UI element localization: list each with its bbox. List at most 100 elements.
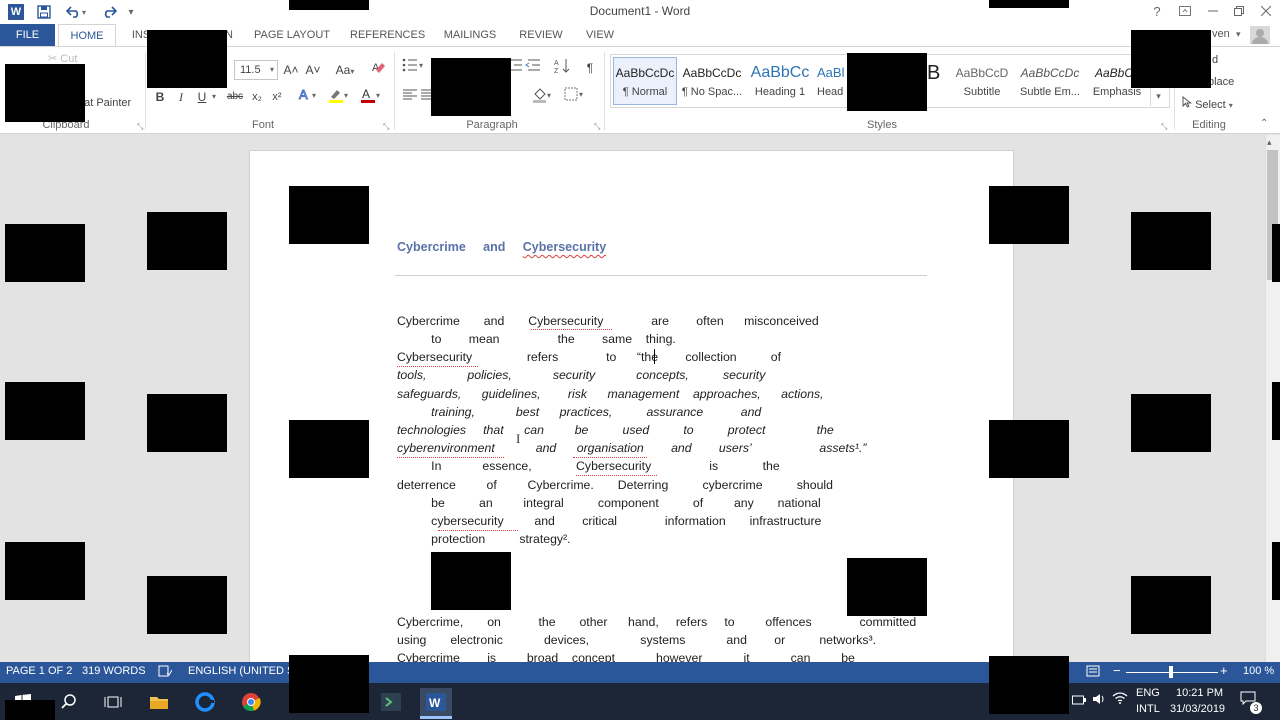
restore-icon[interactable]: [1225, 2, 1253, 22]
zoom-slider-thumb[interactable]: [1169, 666, 1173, 678]
style-subtitle[interactable]: AaBbCcD Subtitle: [950, 57, 1014, 105]
shrink-font-button[interactable]: A˅: [304, 60, 322, 80]
body-line[interactable]: be an integral component of any national: [397, 494, 821, 512]
chevron-down-icon[interactable]: ▾: [212, 92, 216, 101]
change-case-button[interactable]: Aa▾: [330, 60, 360, 80]
text-effects-icon[interactable]: A ▾: [296, 87, 322, 107]
style-no-spacing[interactable]: AaBbCcDc ¶ No Spac...: [680, 57, 744, 105]
edge-browser-icon[interactable]: [190, 688, 220, 716]
zoom-out-button[interactable]: −: [1113, 663, 1121, 678]
style-heading-2[interactable]: AaBl Head: [816, 57, 848, 105]
input-language-primary[interactable]: ENG: [1136, 687, 1160, 699]
bullets-icon[interactable]: ▾: [400, 58, 428, 78]
search-icon[interactable]: [54, 688, 84, 716]
help-button[interactable]: ?: [1143, 2, 1171, 22]
style-heading-1[interactable]: AaBbCc Heading 1: [748, 57, 812, 105]
dialog-launcher-icon[interactable]: ⤡: [1161, 122, 1167, 132]
body-line[interactable]: In essence, Cybersecurity is the: [397, 457, 780, 475]
window-title: Document1 - Word: [589, 4, 691, 18]
style-title[interactable]: B: [926, 57, 942, 105]
close-icon[interactable]: [1252, 2, 1280, 22]
format-painter-button[interactable]: nat Painter: [78, 97, 131, 109]
avatar[interactable]: [1250, 26, 1270, 44]
replace-button[interactable]: place: [1208, 76, 1234, 88]
web-layout-icon[interactable]: [1086, 665, 1100, 680]
cursor-arrow-icon: [1182, 95, 1192, 108]
highlight-color-icon[interactable]: ▾: [326, 87, 354, 107]
chevron-down-icon[interactable]: ▾: [270, 61, 274, 79]
file-explorer-icon[interactable]: [144, 688, 174, 716]
body-line[interactable]: cyberenvironment and organisation and us…: [397, 439, 867, 457]
document-heading[interactable]: Cybercrime and Cybersecurity: [397, 240, 606, 254]
input-language-secondary[interactable]: INTL: [1136, 703, 1160, 715]
body-line[interactable]: deterrence of Cybercrime. Deterring cybe…: [397, 476, 833, 494]
tab-home[interactable]: HOME: [58, 24, 116, 46]
style-normal[interactable]: AaBbCcDc ¶ Normal: [613, 57, 677, 105]
strikethrough-button[interactable]: abc: [224, 87, 246, 107]
chrome-browser-icon[interactable]: [236, 688, 266, 716]
battery-icon[interactable]: [1072, 694, 1086, 708]
body-line[interactable]: using electronic devices, systems and or…: [397, 631, 876, 649]
borders-icon[interactable]: ▾: [562, 87, 588, 107]
tab-review[interactable]: REVIEW: [516, 24, 566, 46]
body-line[interactable]: cybersecurity and critical information i…: [397, 512, 821, 530]
shading-icon[interactable]: ▾: [530, 87, 556, 107]
tab-file[interactable]: FILE: [0, 24, 55, 46]
volume-icon[interactable]: [1092, 693, 1106, 708]
italic-button[interactable]: I: [173, 87, 189, 107]
body-line[interactable]: technologies that can be used to protect…: [397, 421, 834, 439]
ribbon-display-options-icon[interactable]: [1171, 2, 1199, 22]
zoom-in-button[interactable]: +: [1220, 663, 1228, 678]
style-name: Subtitle: [963, 86, 1001, 98]
chevron-down-icon[interactable]: ▾: [1236, 29, 1241, 40]
clock-time[interactable]: 10:21 PM: [1176, 687, 1223, 699]
body-line[interactable]: Cybersecurity refers to “the collection …: [397, 348, 781, 366]
align-left-icon[interactable]: [400, 87, 420, 107]
tab-mailings[interactable]: MAILINGS: [438, 24, 502, 46]
underline-button[interactable]: U: [194, 87, 210, 107]
scroll-up-icon[interactable]: ▴: [1267, 137, 1272, 148]
show-formatting-button[interactable]: ¶: [580, 58, 600, 78]
body-line[interactable]: safeguards, guidelines, risk management …: [397, 385, 824, 403]
collapse-ribbon-icon[interactable]: ⌃: [1260, 118, 1268, 129]
body-line[interactable]: Cybercrime is broad concept however it c…: [397, 649, 855, 662]
heading-word: Cybercrime: [397, 240, 466, 254]
word-count-status[interactable]: 319 WORDS: [82, 665, 146, 677]
body-line[interactable]: tools, policies, security concepts, secu…: [397, 366, 765, 384]
wifi-icon[interactable]: [1112, 692, 1128, 707]
body-line[interactable]: Cybercrime, on the other hand, refers to…: [397, 613, 916, 631]
indent-icon[interactable]: [509, 58, 545, 78]
redaction-block: [989, 656, 1069, 714]
tab-references[interactable]: REFERENCES: [350, 24, 425, 46]
select-button[interactable]: Select ▾: [1182, 95, 1233, 111]
font-size-combobox[interactable]: 11.5 ▾: [234, 60, 278, 80]
grow-font-button[interactable]: A˄: [282, 60, 300, 80]
sort-icon[interactable]: AZ: [552, 58, 572, 78]
find-button[interactable]: d: [1212, 54, 1218, 66]
redaction-block: [847, 53, 927, 111]
clear-formatting-icon[interactable]: A: [368, 60, 390, 80]
font-color-icon[interactable]: A ▾: [358, 87, 386, 107]
task-view-icon[interactable]: [98, 688, 128, 716]
word-taskbar-icon[interactable]: W: [420, 688, 452, 716]
proofing-icon[interactable]: [158, 665, 173, 680]
style-subtle-emphasis[interactable]: AaBbCcDc Subtle Em...: [1016, 57, 1084, 105]
body-line[interactable]: training, best practices, assurance and: [397, 403, 761, 421]
dialog-launcher-icon[interactable]: ⤡: [594, 122, 600, 132]
body-line[interactable]: to mean the same thing.: [397, 330, 676, 348]
terminal-app-icon[interactable]: [376, 688, 406, 716]
body-line[interactable]: protection strategy².: [397, 530, 570, 548]
redaction-block: [289, 655, 369, 713]
dialog-launcher-icon[interactable]: ⤡: [383, 122, 389, 132]
minimize-icon[interactable]: [1199, 2, 1227, 22]
page-count-status[interactable]: PAGE 1 OF 2: [6, 665, 72, 677]
zoom-level[interactable]: 100 %: [1243, 665, 1274, 677]
superscript-button[interactable]: x²: [268, 87, 286, 107]
user-name-fragment[interactable]: ven: [1212, 28, 1230, 40]
dialog-launcher-icon[interactable]: ⤡: [137, 122, 143, 132]
subscript-button[interactable]: x₂: [248, 87, 266, 107]
bold-button[interactable]: B: [152, 87, 168, 107]
clock-date[interactable]: 31/03/2019: [1170, 703, 1225, 715]
tab-page-layout[interactable]: PAGE LAYOUT: [252, 24, 332, 46]
tab-view[interactable]: VIEW: [582, 24, 618, 46]
